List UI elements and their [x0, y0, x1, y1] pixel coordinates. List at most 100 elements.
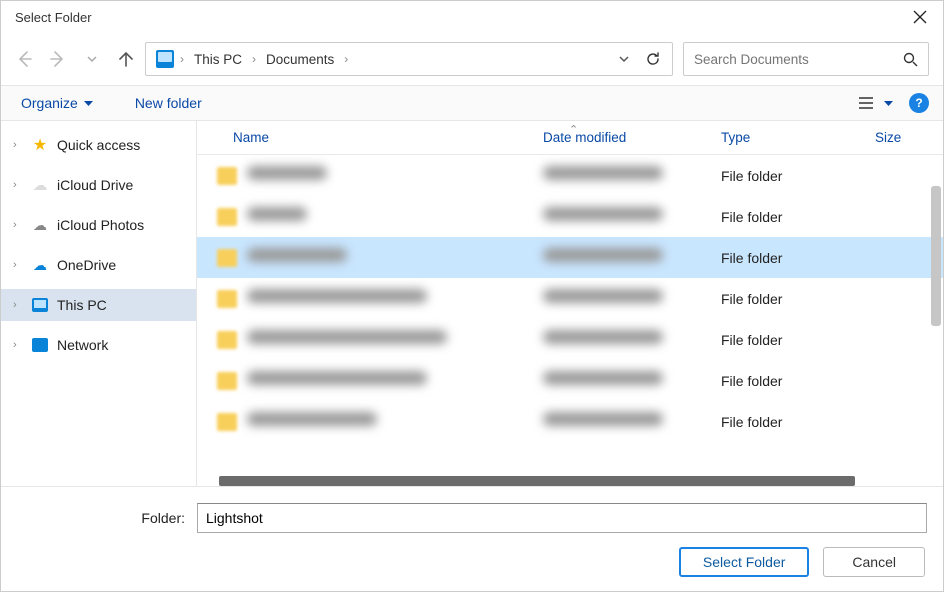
sidebar: › ★ Quick access › ☁ iCloud Drive › ☁ iC… — [1, 121, 197, 486]
address-dropdown[interactable] — [614, 53, 634, 65]
navbar: › This PC › Documents › — [1, 33, 943, 85]
folder-date — [543, 248, 721, 267]
sidebar-item-label: iCloud Drive — [57, 177, 133, 193]
sidebar-item-icloudphotos[interactable]: › ☁ iCloud Photos — [1, 209, 196, 241]
folder-date — [543, 289, 721, 308]
sidebar-item-network[interactable]: › Network — [1, 329, 196, 361]
arrow-up-icon — [117, 50, 135, 68]
breadcrumb-sep: › — [180, 52, 184, 66]
help-button[interactable]: ? — [909, 93, 929, 113]
folder-icon — [217, 331, 237, 349]
folder-type: File folder — [721, 250, 875, 266]
folder-date — [543, 412, 721, 431]
new-folder-button[interactable]: New folder — [135, 95, 202, 111]
folder-label: Folder: — [1, 510, 197, 526]
arrow-left-icon — [15, 50, 33, 68]
cancel-button[interactable]: Cancel — [823, 547, 925, 577]
vertical-scrollbar[interactable] — [929, 156, 943, 456]
back-button[interactable] — [15, 50, 33, 68]
pc-icon — [156, 50, 174, 68]
arrow-right-icon — [49, 50, 67, 68]
folder-date — [543, 371, 721, 390]
onedrive-icon: ☁ — [31, 256, 49, 274]
breadcrumb-documents[interactable]: Documents — [262, 52, 338, 67]
folder-date — [543, 330, 721, 349]
sidebar-item-label: This PC — [57, 297, 107, 313]
list-view-icon — [858, 96, 874, 110]
cloud-icon: ☁ — [31, 176, 49, 194]
scroll-thumb[interactable] — [931, 186, 941, 326]
sidebar-item-label: OneDrive — [57, 257, 116, 273]
expand-icon: › — [13, 339, 23, 351]
toolbar: Organize New folder ? — [1, 85, 943, 121]
horizontal-scrollbar[interactable] — [219, 476, 855, 486]
folder-icon — [217, 372, 237, 390]
folder-name — [247, 412, 543, 431]
titlebar: Select Folder — [1, 1, 943, 33]
sidebar-item-onedrive[interactable]: › ☁ OneDrive — [1, 249, 196, 281]
search-icon — [903, 52, 918, 67]
addressbar[interactable]: › This PC › Documents › — [145, 42, 673, 76]
view-menu[interactable] — [858, 96, 893, 110]
breadcrumb-sep: › — [344, 52, 348, 66]
refresh-button[interactable] — [640, 51, 666, 67]
sort-indicator-icon: ⌃ — [569, 123, 578, 136]
folder-row[interactable]: File folder — [197, 319, 943, 360]
organize-menu[interactable]: Organize — [21, 95, 93, 111]
main-pane: › ★ Quick access › ☁ iCloud Drive › ☁ iC… — [1, 121, 943, 486]
folder-type: File folder — [721, 209, 875, 225]
caret-down-icon — [84, 99, 93, 108]
close-button[interactable] — [909, 6, 931, 28]
sidebar-item-iclouddrive[interactable]: › ☁ iCloud Drive — [1, 169, 196, 201]
folder-date — [543, 166, 721, 185]
folder-icon — [217, 249, 237, 267]
select-folder-button[interactable]: Select Folder — [679, 547, 809, 577]
folder-name — [247, 330, 543, 349]
sidebar-item-label: iCloud Photos — [57, 217, 144, 233]
folder-input[interactable] — [197, 503, 927, 533]
folder-row[interactable]: File folder — [197, 278, 943, 319]
sidebar-item-quickaccess[interactable]: › ★ Quick access — [1, 129, 196, 161]
rows-container: File folder File folder File folder — [197, 155, 943, 486]
column-headers: ⌃ Name Date modified Type Size — [197, 121, 943, 155]
folder-type: File folder — [721, 291, 875, 307]
searchbox[interactable] — [683, 42, 929, 76]
col-name[interactable]: Name — [233, 130, 543, 145]
recent-dropdown[interactable] — [83, 50, 101, 68]
folder-name — [247, 289, 543, 308]
refresh-icon — [645, 51, 661, 67]
expand-icon: › — [13, 139, 23, 151]
expand-icon: › — [13, 219, 23, 231]
sidebar-item-thispc[interactable]: › This PC — [1, 289, 196, 321]
folder-icon — [217, 208, 237, 226]
up-button[interactable] — [117, 50, 135, 68]
folder-row[interactable]: File folder — [197, 401, 943, 442]
organize-label: Organize — [21, 95, 78, 111]
folder-name — [247, 207, 543, 226]
sidebar-item-label: Network — [57, 337, 108, 353]
folder-icon — [217, 413, 237, 431]
folder-type: File folder — [721, 373, 875, 389]
folder-row[interactable]: File folder — [197, 196, 943, 237]
window-title: Select Folder — [15, 10, 909, 25]
folder-type: File folder — [721, 414, 875, 430]
button-row: Select Folder Cancel — [1, 547, 927, 577]
forward-button[interactable] — [49, 50, 67, 68]
folder-type: File folder — [721, 168, 875, 184]
folder-type: File folder — [721, 332, 875, 348]
breadcrumb-thispc[interactable]: This PC — [190, 52, 246, 67]
expand-icon: › — [13, 179, 23, 191]
folder-row[interactable]: File folder — [197, 155, 943, 196]
breadcrumb-sep: › — [252, 52, 256, 66]
col-size[interactable]: Size — [875, 130, 935, 145]
chevron-down-icon — [86, 53, 98, 65]
network-icon — [31, 336, 49, 354]
search-input[interactable] — [694, 52, 903, 67]
folder-row[interactable]: File folder — [197, 360, 943, 401]
footer: Folder: Select Folder Cancel — [1, 486, 943, 591]
folder-icon — [217, 167, 237, 185]
file-list-pane: ⌃ Name Date modified Type Size File fold… — [197, 121, 943, 486]
col-type[interactable]: Type — [721, 130, 875, 145]
folder-name — [247, 166, 543, 185]
folder-row[interactable]: File folder — [197, 237, 943, 278]
